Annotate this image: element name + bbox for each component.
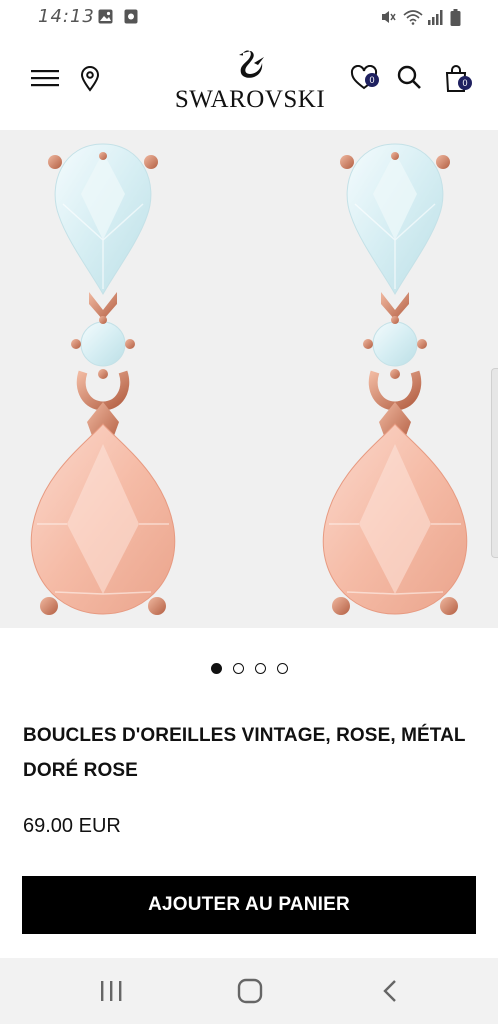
swan-logo-icon bbox=[239, 50, 264, 78]
product-price: 69.00 EUR bbox=[23, 815, 121, 837]
mute-icon bbox=[382, 11, 396, 23]
gallery-pagination bbox=[0, 660, 498, 680]
wifi-icon bbox=[403, 10, 423, 25]
product-image-gallery[interactable] bbox=[0, 130, 498, 628]
battery-icon bbox=[450, 9, 461, 26]
add-to-cart-button[interactable]: AJOUTER AU PANIER bbox=[22, 876, 476, 934]
store-locator-button[interactable] bbox=[74, 62, 106, 96]
home-icon bbox=[237, 978, 263, 1004]
recent-apps-button[interactable] bbox=[86, 973, 136, 1009]
brand-name: SWAROVSKI bbox=[174, 86, 326, 113]
back-icon bbox=[383, 980, 396, 1002]
system-nav-bar bbox=[0, 958, 498, 1024]
gallery-dot-2[interactable] bbox=[232, 663, 244, 674]
search-button[interactable] bbox=[392, 60, 426, 94]
wishlist-count-badge: 0 bbox=[365, 73, 379, 87]
signal-icon bbox=[428, 10, 443, 25]
notification-icon bbox=[124, 9, 138, 24]
app-header: SWAROVSKI 0 0 bbox=[0, 34, 498, 131]
back-button[interactable] bbox=[365, 973, 415, 1009]
status-bar: 14:13 bbox=[0, 0, 498, 34]
wishlist-button[interactable]: 0 bbox=[344, 60, 384, 96]
product-title: BOUCLES D'OREILLES VINTAGE, ROSE, MÉTAL … bbox=[23, 725, 466, 781]
cart-button[interactable]: 0 bbox=[436, 60, 476, 98]
gallery-dot-3[interactable] bbox=[254, 663, 266, 674]
gallery-dot-1[interactable] bbox=[210, 663, 222, 674]
cart-count-badge: 0 bbox=[458, 76, 472, 90]
image-icon bbox=[98, 9, 113, 24]
search-icon bbox=[397, 65, 421, 89]
scroll-handle[interactable] bbox=[491, 368, 498, 558]
location-pin-icon bbox=[80, 66, 100, 92]
status-time: 14:13 bbox=[38, 6, 95, 27]
brand-logo[interactable]: SWAROVSKI bbox=[165, 48, 335, 118]
gallery-dot-4[interactable] bbox=[276, 663, 288, 674]
menu-button[interactable] bbox=[26, 62, 64, 94]
home-button[interactable] bbox=[225, 973, 275, 1009]
hamburger-menu-icon bbox=[31, 70, 59, 87]
recent-apps-icon bbox=[101, 981, 122, 1001]
product-image-earrings bbox=[0, 130, 498, 628]
